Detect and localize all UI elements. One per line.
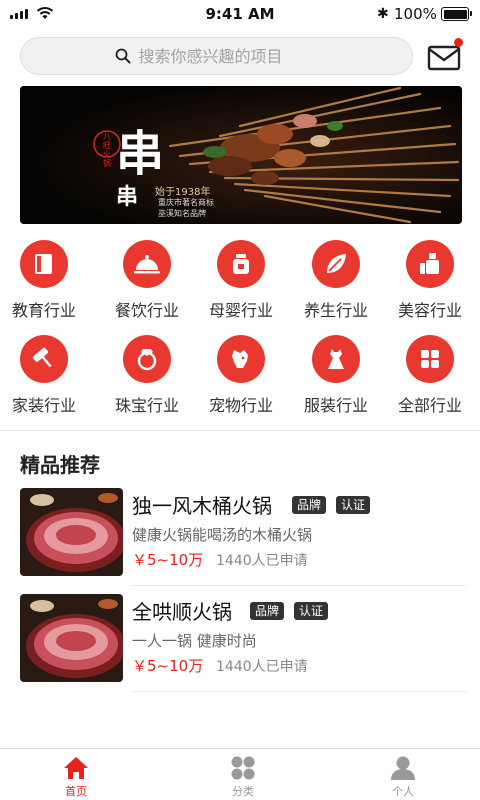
cloche-icon — [123, 240, 171, 288]
category-label: 家装行业 — [11, 396, 76, 415]
category-label: 全部行业 — [397, 396, 462, 415]
category-wellness[interactable]: 养生行业 — [288, 240, 384, 321]
promo-banner[interactable]: 八旺火锅 串 串 始于1938年 重庆市著名商标 巫溪知名品牌 — [20, 86, 462, 224]
product-item[interactable]: 独一风木桶火锅 品牌 认证 健康火锅能喝汤的木桶火锅 ￥5~10万 1440人已… — [20, 488, 467, 586]
category-label: 服装行业 — [303, 396, 368, 415]
cosmetics-icon — [406, 240, 454, 288]
category-jewelry[interactable]: 珠宝行业 — [99, 335, 195, 416]
ring-icon — [123, 335, 171, 383]
category-label: 母婴行业 — [208, 301, 273, 320]
product-title: 全哄顺火锅 — [132, 600, 232, 624]
banner-sub2: 巫溪知名品牌 — [158, 209, 206, 218]
category-label: 美容行业 — [397, 301, 462, 320]
row-divider — [132, 585, 467, 586]
category-label: 养生行业 — [303, 301, 368, 320]
search-bar[interactable] — [20, 37, 413, 75]
category-icon — [231, 756, 255, 780]
paint-roller-icon — [20, 335, 68, 383]
tab-profile[interactable]: 个人 — [363, 755, 443, 799]
product-thumbnail — [20, 594, 123, 682]
grid-icon — [406, 335, 454, 383]
banner-tagline: 始于1938年 — [155, 187, 211, 198]
category-apparel[interactable]: 服装行业 — [288, 335, 384, 416]
notification-dot — [454, 38, 463, 47]
search-input[interactable] — [138, 46, 319, 66]
brand-badge: 品牌 — [292, 496, 327, 514]
tab-home[interactable]: 首页 — [36, 755, 116, 799]
product-price: ￥5~10万 — [132, 551, 204, 569]
tab-label: 个人 — [392, 785, 414, 798]
product-title: 独一风木桶火锅 — [132, 494, 272, 518]
book-icon — [20, 240, 68, 288]
banner-big-char: 串 — [116, 126, 165, 182]
skewers-illustration — [20, 86, 462, 224]
person-icon — [391, 756, 415, 780]
battery-icon — [441, 7, 472, 21]
banner-small-char: 串 — [116, 184, 139, 210]
dress-icon — [312, 335, 360, 383]
battery-percent: 100% — [394, 5, 437, 23]
dog-icon — [217, 335, 265, 383]
home-icon — [64, 757, 88, 779]
tab-label: 首页 — [65, 785, 87, 798]
category-beauty[interactable]: 美容行业 — [382, 240, 478, 321]
product-applied-count: 1440人已申请 — [216, 659, 308, 675]
status-bar: 9:41 AM ✱ 100% — [0, 0, 480, 30]
category-label: 教育行业 — [11, 301, 76, 320]
category-home-decor[interactable]: 家装行业 — [0, 335, 92, 416]
category-pets[interactable]: 宠物行业 — [193, 335, 289, 416]
certified-badge: 认证 — [294, 602, 329, 620]
tab-category[interactable]: 分类 — [203, 755, 283, 799]
row-divider — [132, 691, 467, 692]
category-catering[interactable]: 餐饮行业 — [99, 240, 195, 321]
category-label: 餐饮行业 — [114, 301, 179, 320]
brand-badge: 品牌 — [250, 602, 285, 620]
product-price: ￥5~10万 — [132, 657, 204, 675]
bottom-tab-bar: 首页 分类 个人 — [0, 748, 480, 800]
category-label: 宠物行业 — [208, 396, 273, 415]
product-description: 健康火锅能喝汤的木桶火锅 — [132, 526, 313, 544]
section-title: 精品推荐 — [20, 453, 100, 477]
category-maternity[interactable]: 母婴行业 — [193, 240, 289, 321]
tab-label: 分类 — [232, 785, 254, 798]
category-label: 珠宝行业 — [114, 396, 179, 415]
search-icon — [115, 48, 130, 64]
category-all[interactable]: 全部行业 — [382, 335, 478, 416]
bluetooth-icon: ✱ — [377, 6, 389, 22]
seal-text: 八旺火锅 — [103, 132, 111, 168]
category-education[interactable]: 教育行业 — [0, 240, 92, 321]
product-thumbnail — [20, 488, 123, 576]
product-description: 一人一锅 健康时尚 — [132, 632, 257, 650]
product-item[interactable]: 全哄顺火锅 品牌 认证 一人一锅 健康时尚 ￥5~10万 1440人已申请 — [20, 594, 467, 692]
certified-badge: 认证 — [336, 496, 371, 514]
baby-jar-icon — [217, 240, 265, 288]
section-divider — [0, 430, 480, 431]
leaf-icon — [312, 240, 360, 288]
banner-sub1: 重庆市著名商标 — [158, 198, 214, 207]
product-applied-count: 1440人已申请 — [216, 553, 308, 569]
